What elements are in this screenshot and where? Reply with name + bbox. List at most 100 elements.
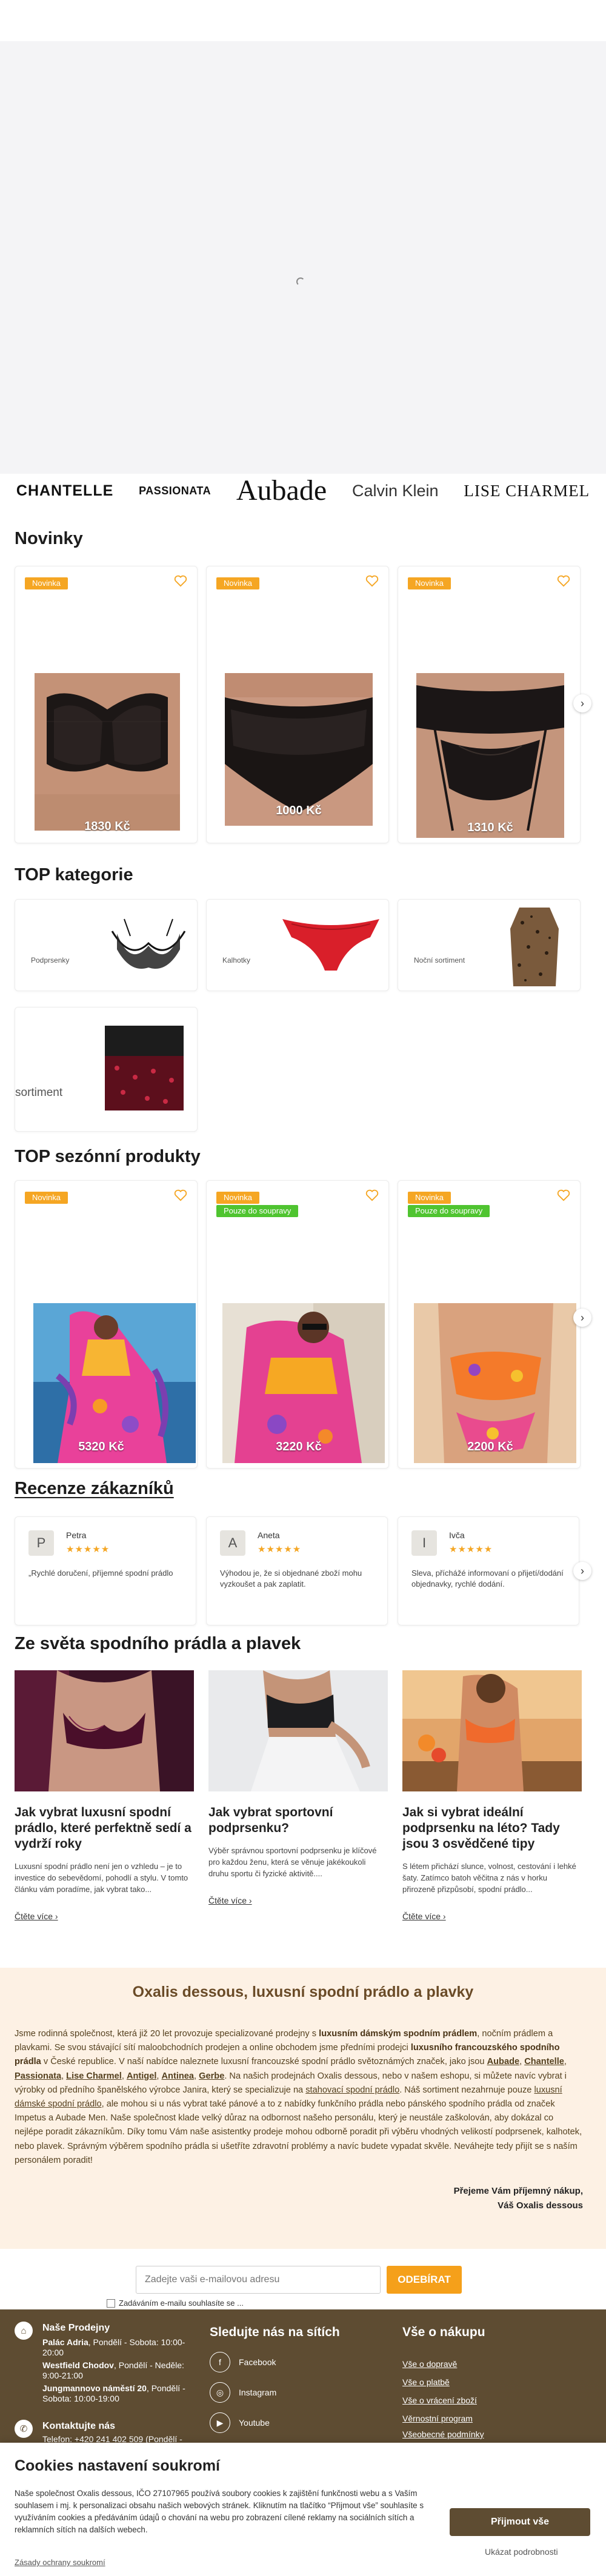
contact-title: Kontaktujte nás	[42, 2421, 116, 2431]
read-more-link[interactable]: Čtěte více ›	[15, 1911, 58, 1921]
cookie-accept-all-button[interactable]: Přijmout vše	[450, 2508, 590, 2536]
cookie-details-link[interactable]: Ukázat podrobnosti	[485, 2547, 558, 2557]
consent-checkbox[interactable]	[107, 2299, 115, 2308]
newsletter-subscribe-button[interactable]: ODEBÍRAT	[387, 2266, 462, 2294]
category-card-kalhotky[interactable]: Kalhotky	[206, 899, 389, 991]
about-signature: Přejeme Vám příjemný nákup, Váš Oxalis d…	[453, 2186, 583, 2211]
product-image[interactable]	[222, 1303, 385, 1463]
store-item: Westfield Chodov, Pondělí - Neděle: 9:00…	[42, 2360, 184, 2380]
product-price: 1000 Kč	[276, 804, 322, 817]
article-image[interactable]	[15, 1670, 194, 1791]
link-returns[interactable]: Vše o vrácení zboží	[402, 2395, 477, 2405]
brand-logo-lise-charmel[interactable]: LISE CHARMEL	[464, 482, 590, 500]
article-excerpt: Luxusní spodní prádlo není jen o vzhledu…	[15, 1862, 188, 1894]
review-card: I Ivča ★★★★★ Sleva, příchážé informovaní…	[398, 1516, 579, 1625]
avatar: P	[28, 1530, 54, 1556]
brand-logo-passionata[interactable]: PASSIONATA	[139, 485, 211, 497]
brand-logo-aubade[interactable]: Aubade	[236, 476, 327, 505]
brand-link-gerbe[interactable]: Gerbe	[199, 2071, 224, 2081]
social-link-youtube[interactable]: ▶ Youtube	[210, 2412, 270, 2433]
section-title-novinky: Novinky	[15, 529, 83, 548]
carousel-next-arrow-icon[interactable]: ›	[573, 1562, 591, 1580]
article-title[interactable]: Jak vybrat luxusní spodní prádlo, které …	[15, 1805, 194, 1852]
badge-new: Novinka	[408, 577, 451, 589]
product-price: 3220 Kč	[276, 1440, 322, 1453]
store-icon: ⌂	[15, 2322, 33, 2340]
brand-logo-calvin-klein[interactable]: Calvin Klein	[352, 482, 439, 500]
section-title-reviews[interactable]: Recenze zákazníků	[15, 1479, 174, 1499]
wishlist-heart-icon[interactable]	[174, 1189, 187, 1201]
link-shipping[interactable]: Vše o dopravě	[402, 2359, 457, 2369]
category-card-podprsenky[interactable]: Podprsenky	[15, 899, 198, 991]
article-card[interactable]: Jak si vybrat ideální podprsenku na léto…	[402, 1670, 582, 1922]
product-image[interactable]	[414, 1303, 576, 1463]
badge-new: Novinka	[25, 1192, 68, 1204]
link-terms[interactable]: Všeobecné podmínky	[402, 2429, 484, 2439]
store-item: Jungmannovo náměstí 20, Pondělí - Sobota…	[42, 2383, 185, 2403]
product-image[interactable]	[225, 673, 373, 826]
product-card[interactable]: Novinka Pouze do soupravy 2200 Kč	[398, 1180, 581, 1469]
product-price: 1830 Kč	[84, 820, 130, 833]
article-card[interactable]: Jak vybrat sportovní podprsenku? Výběr s…	[208, 1670, 388, 1907]
social-link-facebook[interactable]: f Facebook	[210, 2352, 276, 2372]
article-title[interactable]: Jak vybrat sportovní podprsenku?	[208, 1805, 388, 1836]
hero-slider	[0, 0, 606, 474]
brand-link-chantelle[interactable]: Chantelle	[524, 2057, 564, 2066]
product-card[interactable]: Novinka Pouze do soupravy 3220 Kč	[206, 1180, 389, 1469]
wishlist-heart-icon[interactable]	[174, 575, 187, 587]
product-price: 5320 Kč	[78, 1440, 124, 1453]
brand-link-antigel[interactable]: Antigel	[127, 2071, 156, 2081]
product-card[interactable]: Novinka 1000 Kč	[206, 566, 389, 843]
about-text: Jsme rodinná společnost, která již 20 le…	[15, 2029, 582, 2165]
section-title-top-sezonni-produkty: TOP sezónní produkty	[15, 1147, 201, 1166]
brand-link-aubade[interactable]: Aubade	[487, 2057, 520, 2066]
cookie-text: Naše společnost Oxalis dessous, IČO 2710…	[15, 2489, 424, 2534]
link-payment[interactable]: Vše o platbě	[402, 2377, 450, 2387]
shaping-lingerie-link[interactable]: stahovací spodní prádlo	[305, 2085, 399, 2095]
badge-new: Novinka	[216, 1192, 259, 1204]
badge-set-only: Pouze do soupravy	[216, 1205, 299, 1217]
footer: ⌂ Naše Prodejny Palác Adria, Pondělí - S…	[0, 2309, 606, 2444]
newsletter-consent[interactable]: Zadáváním e-mailu souhlasíte se ...	[107, 2299, 244, 2308]
rating-stars-icon: ★★★★★	[258, 1544, 302, 1555]
carousel-next-arrow-icon[interactable]: ›	[573, 694, 591, 712]
category-card-sortiment[interactable]: sortiment	[15, 1007, 198, 1132]
category-label: Podprsenky	[31, 956, 70, 964]
product-card[interactable]: Novinka 1830 Kč	[15, 566, 198, 843]
wishlist-heart-icon[interactable]	[365, 575, 379, 587]
rating-stars-icon: ★★★★★	[66, 1544, 110, 1555]
article-image[interactable]	[402, 1670, 582, 1791]
wishlist-heart-icon[interactable]	[365, 1189, 379, 1201]
brand-logo-chantelle[interactable]: CHANTELLE	[16, 482, 113, 500]
category-card-nocni-sortiment[interactable]: Noční sortiment	[398, 899, 581, 991]
brand-link-lise-charmel[interactable]: Lise Charmel	[66, 2071, 122, 2081]
badge-new: Novinka	[25, 577, 68, 589]
product-image[interactable]	[35, 673, 180, 831]
privacy-policy-link[interactable]: Zásady ochrany soukromí	[15, 2558, 105, 2567]
product-card[interactable]: Novinka 5320 Kč	[15, 1180, 198, 1469]
product-image[interactable]	[416, 673, 564, 838]
carousel-next-arrow-icon[interactable]: ›	[573, 1309, 591, 1327]
social-link-instagram[interactable]: ◎ Instagram	[210, 2382, 276, 2403]
article-image[interactable]	[208, 1670, 388, 1791]
newsletter-email-input[interactable]	[136, 2266, 381, 2294]
product-card[interactable]: Novinka 1310 Kč	[398, 566, 581, 843]
wishlist-heart-icon[interactable]	[557, 575, 570, 587]
article-excerpt: S létem přichází slunce, volnost, cestov…	[402, 1862, 576, 1894]
badge-new: Novinka	[216, 577, 259, 589]
link-loyalty[interactable]: Věrnostní program	[402, 2414, 473, 2423]
article-title[interactable]: Jak si vybrat ideální podprsenku na léto…	[402, 1805, 582, 1852]
read-more-link[interactable]: Čtěte více ›	[402, 1911, 446, 1921]
facebook-icon: f	[210, 2352, 230, 2372]
instagram-icon: ◎	[210, 2382, 230, 2403]
shop-info-title: Vše o nákupu	[402, 2325, 485, 2339]
about-title: Oxalis dessous, luxusní spodní prádlo a …	[132, 1983, 474, 2000]
hero-slide-placeholder	[0, 41, 606, 474]
read-more-link[interactable]: Čtěte více ›	[208, 1896, 252, 1905]
brand-link-antinea[interactable]: Antinea	[162, 2071, 195, 2081]
wishlist-heart-icon[interactable]	[557, 1189, 570, 1201]
cookie-consent-bar: Cookies nastavení soukromí Naše společno…	[0, 2443, 606, 2576]
product-image[interactable]	[33, 1303, 196, 1463]
article-card[interactable]: Jak vybrat luxusní spodní prádlo, které …	[15, 1670, 194, 1922]
brand-link-passionata[interactable]: Passionata	[15, 2071, 61, 2081]
